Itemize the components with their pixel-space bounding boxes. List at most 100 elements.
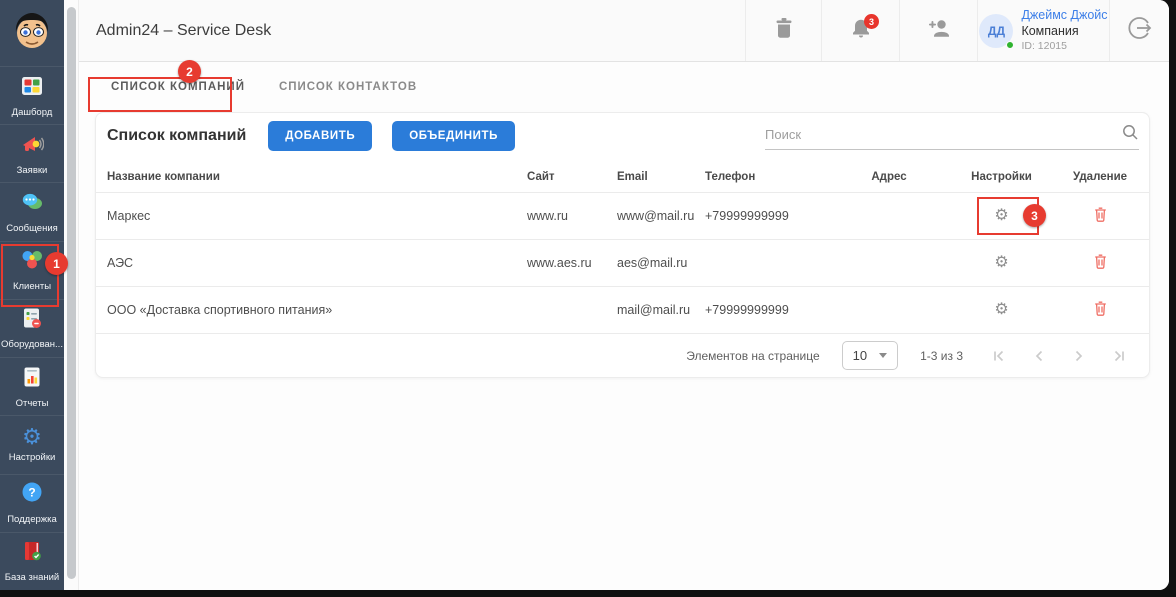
row-settings-button[interactable]: ⚙ — [994, 299, 1008, 321]
cell-email: mail@mail.ru — [606, 286, 694, 333]
merge-companies-button[interactable]: ОБЪЕДИНИТЬ — [392, 121, 515, 151]
pager-controls — [991, 348, 1127, 364]
user-avatar: ДД — [979, 13, 1015, 49]
question-icon: ? — [20, 481, 44, 510]
sidebar-item-settings[interactable]: ⚙ Настройки — [0, 415, 64, 473]
last-page-button[interactable] — [1111, 348, 1127, 364]
page-range-label: 1-3 из 3 — [920, 348, 963, 363]
cell-email: aes@mail.ru — [606, 239, 694, 287]
col-site: Сайт — [527, 171, 555, 183]
per-page-select[interactable]: 10 — [841, 341, 899, 370]
scrollbar-thumb[interactable] — [67, 7, 76, 579]
col-company-name: Название компании — [107, 171, 220, 183]
cell-phone: +79999999999 — [694, 192, 824, 240]
company-list-panel: Список компаний ДОБАВИТЬ ОБЪЕДИНИТЬ Поис… — [95, 112, 1150, 378]
sidebar-item-dashboard[interactable]: Дашборд — [0, 66, 64, 124]
row-delete-button[interactable] — [1092, 253, 1109, 273]
dashboard-icon — [20, 74, 44, 103]
user-id: ID: 12015 — [1021, 39, 1067, 52]
panel-title: Список компаний — [107, 127, 247, 144]
pagination-bar: Элементов на странице 10 1-3 из 3 — [96, 333, 1149, 377]
sidebar-item-label: База знаний — [4, 572, 60, 584]
svg-text:?: ? — [28, 486, 35, 500]
tab-contact-list[interactable]: СПИСОК КОНТАКТОВ — [262, 71, 434, 103]
cell-phone — [694, 239, 824, 287]
notifications-badge: 3 — [864, 14, 879, 29]
row-gear-icon: ⚙ — [994, 254, 1009, 271]
sidebar-item-messages[interactable]: Сообщения — [0, 182, 64, 240]
user-company: Компания — [1021, 23, 1079, 38]
row-trash-icon — [1092, 253, 1109, 273]
sidebar-item-support[interactable]: ? Поддержка — [0, 473, 64, 532]
row-gear-icon: ⚙ — [994, 207, 1009, 224]
sidebar-item-tickets[interactable]: Заявки — [0, 124, 64, 182]
row-delete-button[interactable] — [1092, 300, 1109, 320]
companies-table: Название компании Сайт Email Телефон Адр… — [96, 162, 1149, 333]
sidebar-item-label: Поддержка — [7, 514, 57, 526]
row-gear-icon: ⚙ — [994, 301, 1009, 318]
cell-site: www.aes.ru — [516, 239, 606, 287]
table-row: ООО «Доставка спортивного питания» mail@… — [96, 286, 1149, 333]
chat-icon — [20, 190, 44, 219]
user-initials: ДД — [987, 23, 1005, 38]
search-icon — [1121, 123, 1139, 146]
header-add-user-button[interactable] — [899, 0, 977, 61]
user-name-link[interactable]: Джеймс Джойс — [1021, 8, 1107, 24]
col-email: Email — [617, 171, 648, 183]
reports-icon — [20, 365, 44, 394]
caret-down-icon — [879, 353, 888, 358]
sidebar-item-label: Заявки — [16, 164, 48, 176]
gear-icon: ⚙ — [22, 424, 42, 450]
row-settings-button[interactable]: ⚙ — [994, 205, 1008, 227]
search-input[interactable] — [765, 126, 1121, 142]
cell-email: www@mail.ru — [606, 192, 694, 240]
sidebar-scrollbar[interactable] — [64, 0, 79, 590]
table-header-row: Название компании Сайт Email Телефон Адр… — [96, 162, 1149, 193]
sidebar-item-label: Дашборд — [11, 106, 53, 118]
cell-site — [516, 286, 606, 333]
items-per-page-label: Элементов на странице — [686, 348, 820, 363]
per-page-value: 10 — [852, 348, 868, 363]
table-row: Маркес www.ru www@mail.ru +79999999999 ⚙ — [96, 192, 1149, 240]
cell-company-name: АЭС — [96, 239, 516, 287]
table-row: АЭС www.aes.ru aes@mail.ru ⚙ — [96, 239, 1149, 287]
book-icon — [20, 539, 44, 568]
user-face-icon — [11, 10, 53, 57]
search-field — [765, 123, 1139, 150]
sidebar-item-label: Клиенты — [12, 281, 52, 293]
sidebar-item-reports[interactable]: Отчеты — [0, 357, 64, 415]
main-area: Admin24 – Service Desk 3 ДД Джеймс Джойс… — [79, 0, 1169, 590]
cell-company-name: Маркес — [96, 192, 516, 240]
cell-site: www.ru — [516, 192, 606, 240]
sidebar-item-equipment[interactable]: Оборудован... — [0, 298, 64, 357]
tab-bar: СПИСОК КОМПАНИЙ СПИСОК КОНТАКТОВ — [79, 62, 1169, 112]
row-settings-button[interactable]: ⚙ — [994, 252, 1008, 274]
cell-company-name: ООО «Доставка спортивного питания» — [96, 286, 516, 333]
header-notifications-button[interactable]: 3 — [821, 0, 899, 61]
add-company-button[interactable]: ДОБАВИТЬ — [268, 121, 373, 151]
clients-icon — [20, 248, 44, 277]
equipment-icon — [20, 306, 44, 335]
cell-address — [824, 286, 954, 333]
tab-company-list[interactable]: СПИСОК КОМПАНИЙ — [94, 71, 262, 103]
top-header: Admin24 – Service Desk 3 ДД Джеймс Джойс… — [79, 0, 1169, 62]
row-delete-button[interactable] — [1092, 206, 1109, 226]
logout-icon — [1126, 14, 1154, 47]
row-trash-icon — [1092, 300, 1109, 320]
first-page-button[interactable] — [991, 348, 1007, 364]
header-logout-button[interactable] — [1109, 0, 1169, 61]
next-page-button[interactable] — [1071, 348, 1087, 364]
col-phone: Телефон — [705, 171, 756, 183]
row-trash-icon — [1092, 206, 1109, 226]
header-trash-button[interactable] — [745, 0, 821, 61]
sidebar-item-clients[interactable]: Клиенты — [0, 240, 64, 299]
add-user-icon — [925, 15, 953, 46]
sidebar-item-label: Сообщения — [6, 223, 58, 235]
app-window: Дашборд Заявки Сообщения Клиенты Оборудо… — [0, 0, 1169, 590]
prev-page-button[interactable] — [1031, 348, 1047, 364]
sidebar-item-knowledge-base[interactable]: База знаний — [0, 531, 64, 590]
header-user-menu[interactable]: ДД Джеймс Джойс Компания ID: 12015 — [977, 0, 1109, 61]
sidebar-avatar[interactable] — [0, 0, 64, 66]
trash-icon — [771, 15, 797, 46]
panel-header: Список компаний ДОБАВИТЬ ОБЪЕДИНИТЬ — [96, 116, 1149, 156]
